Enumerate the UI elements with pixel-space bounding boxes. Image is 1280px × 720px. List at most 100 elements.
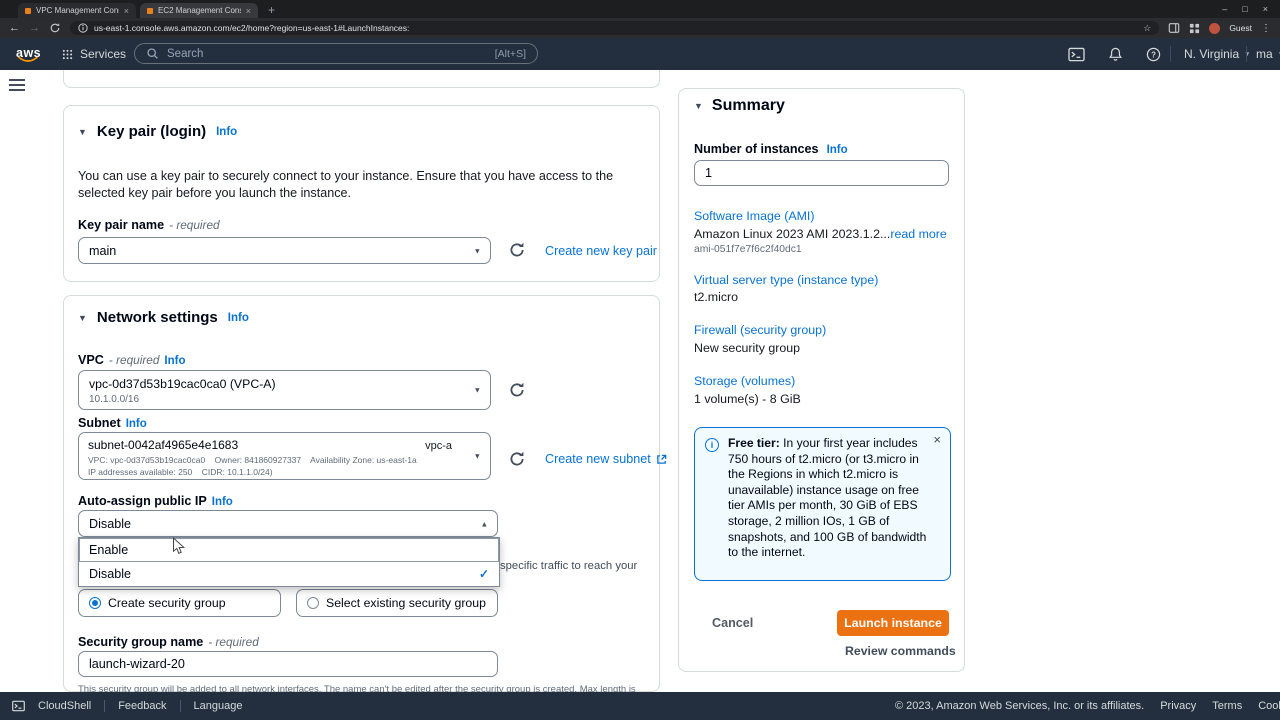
create-subnet-link[interactable]: Create new subnet — [545, 452, 667, 466]
region-label: N. Virginia — [1184, 47, 1239, 61]
refresh-icon[interactable] — [508, 241, 526, 259]
collapse-triangle-icon[interactable]: ▼ — [78, 313, 87, 323]
launch-instance-button[interactable]: Launch instance — [837, 610, 949, 636]
tab-favicon-icon — [147, 8, 153, 14]
key-pair-selected-value: main — [89, 244, 116, 258]
tab-close-icon[interactable]: × — [246, 6, 251, 16]
url-text: us-east-1.console.aws.amazon.com/ec2/hom… — [94, 23, 1137, 33]
cookie-preferences-link[interactable]: Cookie preferences — [1258, 700, 1280, 712]
link-text: Create new subnet — [545, 452, 651, 466]
services-menu[interactable]: Services — [62, 38, 126, 70]
feedback-link[interactable]: Feedback — [118, 700, 166, 712]
review-commands-link[interactable]: Review commands — [845, 644, 956, 658]
notifications-bell-icon[interactable] — [1108, 47, 1123, 62]
info-link[interactable]: Info — [126, 418, 147, 430]
aws-logo[interactable]: aws — [16, 44, 42, 64]
vpc-label: VPC - required Info — [78, 353, 185, 367]
info-circle-icon: i — [705, 438, 719, 452]
subnet-vpc-tag: vpc-a — [425, 440, 452, 452]
key-pair-header[interactable]: ▼ Key pair (login) Info — [78, 123, 237, 140]
refresh-icon[interactable] — [508, 450, 526, 468]
option-label: Disable — [89, 567, 131, 581]
privacy-link[interactable]: Privacy — [1160, 700, 1196, 712]
radio-selected-icon — [89, 597, 101, 609]
summary-header[interactable]: ▼ Summary — [694, 97, 785, 115]
console-search-input[interactable]: Search [Alt+S] — [134, 43, 538, 64]
key-pair-select[interactable]: main ▼ — [78, 237, 491, 264]
cloudshell-link[interactable]: CloudShell — [38, 700, 91, 712]
header-divider — [1246, 46, 1247, 62]
aws-console-header: aws Services Search [Alt+S] — [0, 38, 1280, 70]
previous-section-card — [63, 70, 660, 88]
refresh-icon[interactable] — [508, 381, 526, 399]
footer-divider — [180, 700, 181, 712]
info-link[interactable]: Info — [228, 312, 249, 324]
network-settings-header[interactable]: ▼ Network settings Info — [78, 309, 249, 326]
radio-create-security-group[interactable]: Create security group — [78, 589, 281, 617]
read-more-link[interactable]: read more — [890, 227, 946, 241]
firewall-section-link[interactable]: Firewall (security group) — [694, 323, 826, 337]
instance-count-input[interactable] — [694, 160, 949, 186]
region-selector[interactable]: N. Virginia ▼ — [1184, 38, 1251, 70]
side-panel-icon[interactable] — [1168, 22, 1180, 34]
tab-title: VPC Management Console — [36, 6, 119, 15]
radio-label: Select existing security group — [326, 596, 486, 610]
security-group-name-input[interactable] — [78, 651, 498, 677]
svg-text:?: ? — [1151, 50, 1156, 59]
url-field[interactable]: us-east-1.console.aws.amazon.com/ec2/hom… — [70, 21, 1159, 35]
browser-tab-vpc[interactable]: VPC Management Console × — [18, 3, 136, 18]
window-controls: – □ × — [1222, 4, 1280, 14]
collapse-triangle-icon[interactable]: ▼ — [694, 101, 703, 111]
extensions-icon[interactable] — [1189, 23, 1200, 34]
auto-assign-ip-select[interactable]: Disable ▲ — [78, 510, 498, 537]
browser-tab-ec2[interactable]: EC2 Management Console × — [140, 3, 258, 18]
close-window-icon[interactable]: × — [1263, 4, 1268, 14]
sidebar-toggle-icon[interactable] — [9, 79, 25, 94]
vpc-select[interactable]: vpc-0d37d53b19cac0ca0 (VPC-A) 10.1.0.0/1… — [78, 370, 491, 410]
collapse-triangle-icon[interactable]: ▼ — [78, 127, 87, 137]
subnet-select[interactable]: subnet-0042af4965e4e1683 vpc-a VPC: vpc-… — [78, 432, 491, 480]
browser-menu-icon[interactable]: ⋮ — [1261, 23, 1271, 34]
info-link[interactable]: Info — [216, 126, 237, 138]
key-pair-section: ▼ Key pair (login) Info You can use a ke… — [63, 105, 660, 282]
ami-section-link[interactable]: Software Image (AMI) — [694, 209, 815, 223]
dropdown-option-disable[interactable]: Disable ✓ — [79, 562, 499, 586]
site-info-icon[interactable] — [78, 23, 88, 33]
instance-type-value: t2.micro — [694, 290, 738, 304]
services-grid-icon — [62, 49, 73, 60]
new-tab-button[interactable]: + — [268, 3, 275, 17]
info-link[interactable]: Info — [827, 144, 848, 156]
language-link[interactable]: Language — [194, 700, 243, 712]
storage-section-link[interactable]: Storage (volumes) — [694, 374, 795, 388]
bookmark-icon[interactable]: ☆ — [1143, 23, 1151, 34]
instance-count-label: Number of instances Info — [694, 142, 848, 156]
minimize-icon[interactable]: – — [1222, 4, 1227, 14]
account-menu[interactable]: ma ▼ — [1256, 38, 1280, 70]
back-icon[interactable]: ← — [9, 23, 20, 34]
browser-tab-bar: VPC Management Console × EC2 Management … — [0, 0, 1280, 18]
free-tier-callout: i × Free tier: In your first year includ… — [694, 427, 951, 581]
instance-type-section-link[interactable]: Virtual server type (instance type) — [694, 273, 878, 287]
auto-assign-ip-label: Auto-assign public IP Info — [78, 494, 233, 508]
info-link[interactable]: Info — [164, 355, 185, 367]
cloudshell-icon[interactable] — [1068, 47, 1085, 62]
cancel-button[interactable]: Cancel — [712, 616, 753, 630]
profile-avatar[interactable] — [1209, 23, 1220, 34]
label-text: Auto-assign public IP — [78, 494, 207, 508]
copyright-text: © 2023, Amazon Web Services, Inc. or its… — [895, 700, 1144, 712]
terms-link[interactable]: Terms — [1212, 700, 1242, 712]
summary-panel: ▼ Summary Number of instances Info Softw… — [678, 88, 965, 672]
tab-close-icon[interactable]: × — [124, 6, 129, 16]
help-icon[interactable]: ? — [1146, 47, 1161, 62]
maximize-icon[interactable]: □ — [1242, 4, 1247, 14]
label-text: Key pair name — [78, 218, 164, 232]
account-label: ma — [1256, 47, 1273, 61]
info-link[interactable]: Info — [212, 496, 233, 508]
summary-title: Summary — [712, 97, 785, 115]
forward-icon[interactable]: → — [29, 23, 40, 34]
create-key-pair-link[interactable]: Create new key pair — [545, 244, 657, 258]
reload-icon[interactable] — [49, 22, 61, 34]
search-placeholder: Search — [167, 48, 487, 60]
dropdown-option-enable[interactable]: Enable — [79, 538, 499, 562]
radio-select-existing-security-group[interactable]: Select existing security group — [296, 589, 498, 617]
